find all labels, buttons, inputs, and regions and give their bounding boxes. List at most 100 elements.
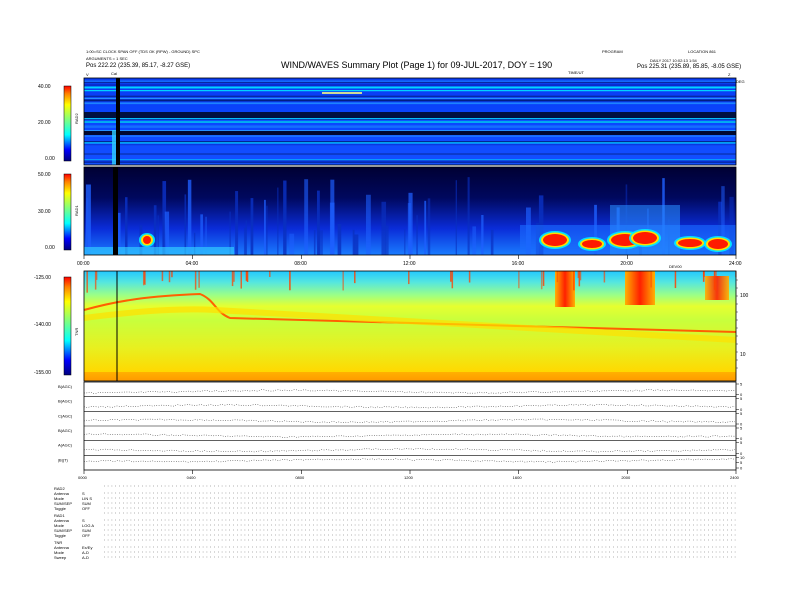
rad1-streak [381,201,387,255]
tnr-spike [198,271,200,288]
rad1-streak [235,191,239,255]
rad1-streak [277,187,279,255]
bfield-panel: B(AGC)05B(AGC)05C(AGC)05B(AGC)05A(AGC)05… [58,382,745,471]
bfield-row-label: B(AGC) [58,384,73,389]
tnr-spike [579,271,582,281]
bfield-row-tick: 5 [740,426,743,431]
rad1-streak [427,198,431,255]
rad1-peak [708,239,728,249]
rad1-streak [316,190,320,255]
tnr-spike [194,271,197,290]
rad2-stripe [84,153,736,155]
rad2-cal-glow [112,130,116,165]
tnr-spike [674,271,677,289]
rad1-streak [407,203,411,255]
rad1-colorbar [64,174,71,250]
rad1-streak [467,177,470,255]
bfield-x-tick-label: 0800 [295,475,305,480]
rad1-x-tick-label: 00:00 [77,261,90,267]
tnr-spike [540,271,543,290]
bfield-row-tick: 5 [740,460,743,465]
tnr-spike [269,271,271,278]
rad1-cbar-tick-mid: 30.00 [38,209,51,215]
rad2-stripe [84,142,736,144]
rad1-streak [313,230,316,255]
rad1-streak [354,234,359,255]
bfield-trace [83,433,736,438]
rad2-ylabel-text: RAD2 [74,113,79,124]
rad1-streak [264,199,266,255]
bfield-row-tick: 5 [740,382,743,387]
tnr-spike [703,271,705,278]
tnr-colorbar [64,277,71,375]
tnr-panel [83,271,737,381]
tnr-right-tick-100: 100 [740,293,749,299]
rad1-streak [337,223,342,255]
rad2-bright-band [84,121,736,123]
rad1-x-tick-label: 24:00 [729,261,742,267]
tnr-spike [95,271,98,280]
rad1-streak [455,180,457,255]
tnr-right-tick-10: 10 [740,352,746,358]
rad1-streak [385,225,389,255]
rad1-streak [243,227,247,255]
footer-row-value: OFF [82,533,90,538]
tnr-spike [342,271,344,291]
rad2-stripe [84,135,736,137]
rad2-stripe [84,97,736,100]
rad2-cbar-tick-top: 40.00 [38,84,51,90]
bfield-x-tick-label: 0400 [187,475,197,480]
rad2-stripe [84,102,736,105]
bfield-x-tick-label: 2000 [621,475,631,480]
bfield-row-tick: 5 [740,411,743,416]
rad1-streak [187,179,192,255]
bfield-x-tick-label: 1200 [404,475,414,480]
rad2-stripe [84,81,736,84]
rad2-stripe [84,125,736,127]
rad1-x-tick-label: 04:00 [186,261,199,267]
tnr-spike [603,271,606,283]
footer-row-value: A-D [82,555,89,560]
bfield-row-tick: 0 [740,466,743,471]
tnr-ylabel-text: TNR [74,327,79,336]
rad2-dark-band [84,112,736,118]
rad1-peak [633,232,657,244]
tnr-spike [715,271,717,292]
rad2-dark-band-2 [84,131,736,135]
rad1-streak [472,226,477,255]
rad2-stripe [84,126,736,128]
tnr-spike [451,271,454,289]
bfield-x-tick-label: 1600 [513,475,523,480]
tnr-spike [354,271,356,284]
tnr-spike [289,271,291,291]
bfield-row-label: C(AGC) [58,413,73,418]
tnr-spike [650,271,652,288]
tnr-spike [86,271,88,293]
summary-plot-svg: B(AGC)05B(AGC)05C(AGC)05B(AGC)05A(AGC)05… [58,77,745,558]
tnr-spike [240,271,242,289]
rad1-streak [266,205,268,255]
tnr-spike [246,271,249,282]
rad1-streak [304,179,309,255]
tnr-spike [233,271,235,282]
rad1-cbar-tick-top: 50.00 [38,172,51,178]
rad1-streak [184,194,187,255]
tnr-spike [171,271,173,278]
tnr-spike [573,271,575,291]
rad2-stripe [84,84,736,87]
rad1-streak [330,179,335,255]
rad1-peak [678,239,702,247]
tnr-spike [168,271,171,283]
tnr-spike [161,271,164,282]
bfield-row-label: |B|(T) [58,457,69,462]
rad1-streak [289,233,295,255]
rad1-streak [85,184,91,255]
bfield-trace [83,418,735,423]
tnr-spike [450,271,452,282]
rad2-cbar-tick-bot: 0.00 [45,156,55,162]
footer-row-label: Toggle [54,506,66,511]
tnr-red-burst-3 [705,276,729,300]
rad1-streak [416,215,418,255]
tnr-spike [713,271,716,290]
rad1-streak [125,197,128,255]
